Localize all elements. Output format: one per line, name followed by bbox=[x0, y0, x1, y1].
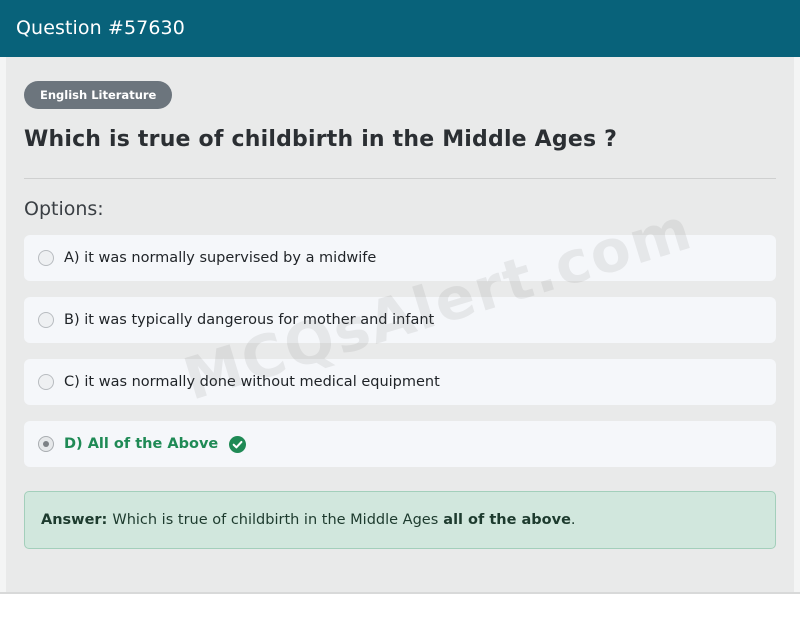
option-a[interactable]: A) it was normally supervised by a midwi… bbox=[24, 235, 776, 281]
option-c-radio[interactable] bbox=[38, 374, 54, 390]
answer-text: Which is true of childbirth in the Middl… bbox=[112, 512, 439, 528]
answer-highlight: all of the above bbox=[443, 512, 571, 528]
answer-end: . bbox=[570, 512, 576, 528]
question-text: Which is true of childbirth in the Middl… bbox=[24, 127, 618, 152]
option-b-label: B) it was typically dangerous for mother… bbox=[64, 312, 435, 328]
option-b[interactable]: B) it was typically dangerous for mother… bbox=[24, 297, 776, 343]
card-body: English Literature Which is true of chil… bbox=[6, 57, 794, 592]
answer-label: Answer: bbox=[41, 512, 108, 528]
option-a-label: A) it was normally supervised by a midwi… bbox=[64, 250, 377, 266]
option-d-label: D) All of the Above bbox=[64, 436, 219, 452]
answer-box: Answer: Which is true of childbirth in t… bbox=[24, 491, 776, 549]
question-card: Question #57630 English Literature Which… bbox=[0, 0, 800, 594]
check-circle-icon bbox=[229, 435, 247, 453]
option-b-radio[interactable] bbox=[38, 312, 54, 328]
card-header: Question #57630 bbox=[0, 0, 800, 57]
option-c-label: C) it was normally done without medical … bbox=[64, 374, 440, 390]
question-number-title: Question #57630 bbox=[16, 17, 185, 39]
option-d[interactable]: D) All of the Above bbox=[24, 421, 776, 467]
option-c[interactable]: C) it was normally done without medical … bbox=[24, 359, 776, 405]
option-a-radio[interactable] bbox=[38, 250, 54, 266]
card-right-edge bbox=[794, 57, 800, 592]
category-badge[interactable]: English Literature bbox=[24, 81, 173, 109]
divider bbox=[24, 178, 776, 179]
option-d-radio[interactable] bbox=[38, 436, 54, 452]
options-heading: Options: bbox=[24, 198, 104, 220]
